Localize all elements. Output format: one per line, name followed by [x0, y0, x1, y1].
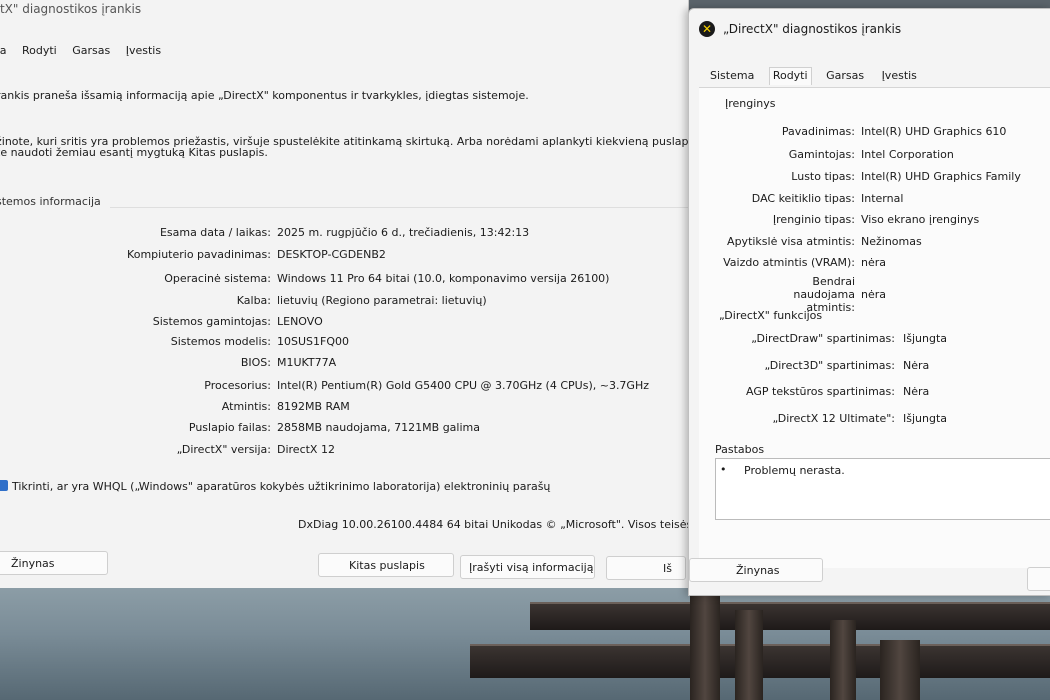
info-row-os: Operacinė sistema: Windows 11 Pro 64 bit…: [0, 272, 688, 290]
info-label: Sistemos gamintojas:: [152, 315, 271, 328]
feature-value: Nėra: [903, 385, 930, 398]
info-row-datetime: Esama data / laikas: 2025 m. rugpjūčio 6…: [0, 226, 688, 244]
info-row-computer-name: Kompiuterio pavadinimas: DESKTOP-CGDENB2: [0, 248, 688, 266]
info-value: 8192MB RAM: [277, 400, 350, 413]
info-row-bios: BIOS: M1UKT77A: [0, 356, 688, 374]
device-value: Viso ekrano įrenginys: [861, 213, 980, 226]
info-row-memory: Atmintis: 8192MB RAM: [0, 400, 688, 418]
whql-checkbox-label: Tikrinti, ar yra WHQL („Windows" aparatū…: [12, 480, 551, 493]
device-value: nėra: [861, 256, 887, 269]
tab-sound[interactable]: Garsas: [823, 69, 867, 82]
info-label: Kalba:: [236, 294, 271, 307]
info-row-directx-version: „DirectX" versija: DirectX 12: [0, 443, 688, 461]
info-value: M1UKT77A: [277, 356, 337, 369]
info-label: Esama data / laikas:: [159, 226, 271, 239]
tab-sound[interactable]: Garsas: [72, 44, 110, 57]
dxdiag-display-window: ✕ „DirectX" diagnostikos įrankis Sistema…: [688, 8, 1050, 596]
device-label: Vaizdo atmintis (VRAM):: [723, 256, 855, 269]
info-value: Windows 11 Pro 64 bitai (10.0, komponavi…: [277, 272, 610, 285]
hint-text-line-2: te naudoti žemiau esantį mygtuką Kitas p…: [0, 146, 268, 159]
pier-post: [690, 594, 720, 700]
version-footer: DxDiag 10.00.26100.4484 64 bitai Unikoda…: [298, 518, 689, 531]
info-label: Procesorius:: [204, 379, 271, 392]
info-label: „DirectX" versija:: [176, 443, 271, 456]
info-row-processor: Procesorius: Intel(R) Pentium(R) Gold G5…: [0, 379, 688, 397]
next-page-button[interactable]: Kitas puslapis: [318, 553, 454, 577]
device-label: Apytikslė visa atmintis:: [727, 235, 855, 248]
section-title-directx-features: „DirectX" funkcijos: [719, 309, 823, 322]
info-value: 2025 m. rugpjūčio 6 d., trečiadienis, 13…: [277, 226, 530, 239]
info-value: lietuvių (Regiono parametrai: lietuvių): [277, 294, 487, 307]
feature-label: „DirectDraw" spartinimas:: [751, 332, 895, 345]
tab-display[interactable]: Rodyti: [22, 44, 57, 57]
device-label: Gamintojas:: [788, 148, 855, 161]
device-value: nėra: [861, 288, 887, 301]
pier-post: [735, 610, 763, 700]
section-divider: [110, 207, 688, 208]
pier-plank: [530, 602, 1050, 630]
device-value: Intel(R) UHD Graphics Family: [861, 170, 1021, 183]
info-value: 10SUS1FQ00: [277, 335, 349, 348]
tab-system[interactable]: Sistema: [707, 69, 757, 82]
dxdiag-app-icon: ✕: [699, 21, 715, 37]
info-label: BIOS:: [240, 356, 271, 369]
info-label: Kompiuterio pavadinimas:: [127, 248, 271, 261]
info-value: DirectX 12: [277, 443, 335, 456]
device-value: Nežinomas: [861, 235, 922, 248]
tab-bar: Sistema Rodyti Garsas Įvestis: [707, 67, 928, 87]
feature-label: „Direct3D" spartinimas:: [764, 359, 895, 372]
whql-checkbox[interactable]: [0, 480, 8, 491]
info-label: Sistemos modelis:: [170, 335, 271, 348]
info-value: LENOVO: [277, 315, 323, 328]
info-value: 2858MB naudojama, 7121MB galima: [277, 421, 480, 434]
device-value: Internal: [861, 192, 904, 205]
info-row-language: Kalba: lietuvių (Regiono parametrai: lie…: [0, 294, 688, 312]
tab-bar: sa Rodyti Garsas Įvestis: [0, 44, 173, 57]
tab-display[interactable]: Rodyti: [768, 67, 812, 85]
window-title: „DirectX" diagnostikos įrankis: [723, 22, 902, 36]
note-text: Problemų nerasta.: [744, 464, 845, 477]
info-value: Intel(R) Pentium(R) Gold G5400 CPU @ 3.7…: [277, 379, 650, 392]
dxdiag-main-window: ectX" diagnostikos įrankis sa Rodyti Gar…: [0, 0, 689, 588]
exit-button[interactable]: Iš: [606, 556, 686, 580]
save-all-info-button[interactable]: Įrašyti visą informaciją...: [460, 555, 595, 579]
feature-value: Nėra: [903, 359, 930, 372]
info-label: Puslapio failas:: [188, 421, 271, 434]
description-text: rankis praneša išsamią informaciją apie …: [0, 89, 529, 102]
device-label: Pavadinimas:: [781, 125, 855, 138]
pier-post: [880, 640, 920, 700]
info-row-model: Sistemos modelis: 10SUS1FQ00: [0, 335, 688, 353]
section-title-notes: Pastabos: [715, 443, 765, 456]
pier-post: [830, 620, 856, 700]
info-label: Operacinė sistema:: [164, 272, 271, 285]
device-value: Intel(R) UHD Graphics 610: [861, 125, 1007, 138]
note-bullet: •: [720, 463, 727, 476]
tab-input[interactable]: Įvestis: [879, 69, 920, 82]
title-bar: ectX" diagnostikos įrankis: [0, 0, 688, 22]
window-title: ectX" diagnostikos įrankis: [0, 2, 142, 16]
section-title-device: Įrenginys: [725, 97, 776, 110]
feature-value: Išjungta: [903, 412, 948, 425]
device-label: DAC keitiklio tipas:: [751, 192, 855, 205]
help-button[interactable]: Žinynas: [0, 551, 108, 575]
tab-input[interactable]: Įvestis: [126, 44, 161, 57]
section-title-system-info: stemos informacija: [0, 195, 101, 208]
feature-label: AGP tekstūros spartinimas:: [746, 385, 895, 398]
info-label: Atmintis:: [221, 400, 271, 413]
help-button[interactable]: Žinynas: [689, 558, 823, 582]
feature-label: „DirectX 12 Ultimate":: [772, 412, 895, 425]
device-label: Įrenginio tipas:: [772, 213, 855, 226]
info-row-page-file: Puslapio failas: 2858MB naudojama, 7121M…: [0, 421, 688, 439]
desktop-wallpaper: [0, 580, 1050, 700]
feature-value: Išjungta: [903, 332, 948, 345]
device-label: Lusto tipas:: [791, 170, 855, 183]
info-value: DESKTOP-CGDENB2: [277, 248, 386, 261]
notes-box[interactable]: • Problemų nerasta.: [715, 458, 1050, 520]
next-page-button-partial[interactable]: [1027, 567, 1050, 591]
info-row-manufacturer: Sistemos gamintojas: LENOVO: [0, 315, 688, 333]
device-value: Intel Corporation: [861, 148, 954, 161]
tab-system[interactable]: sa: [0, 44, 6, 57]
